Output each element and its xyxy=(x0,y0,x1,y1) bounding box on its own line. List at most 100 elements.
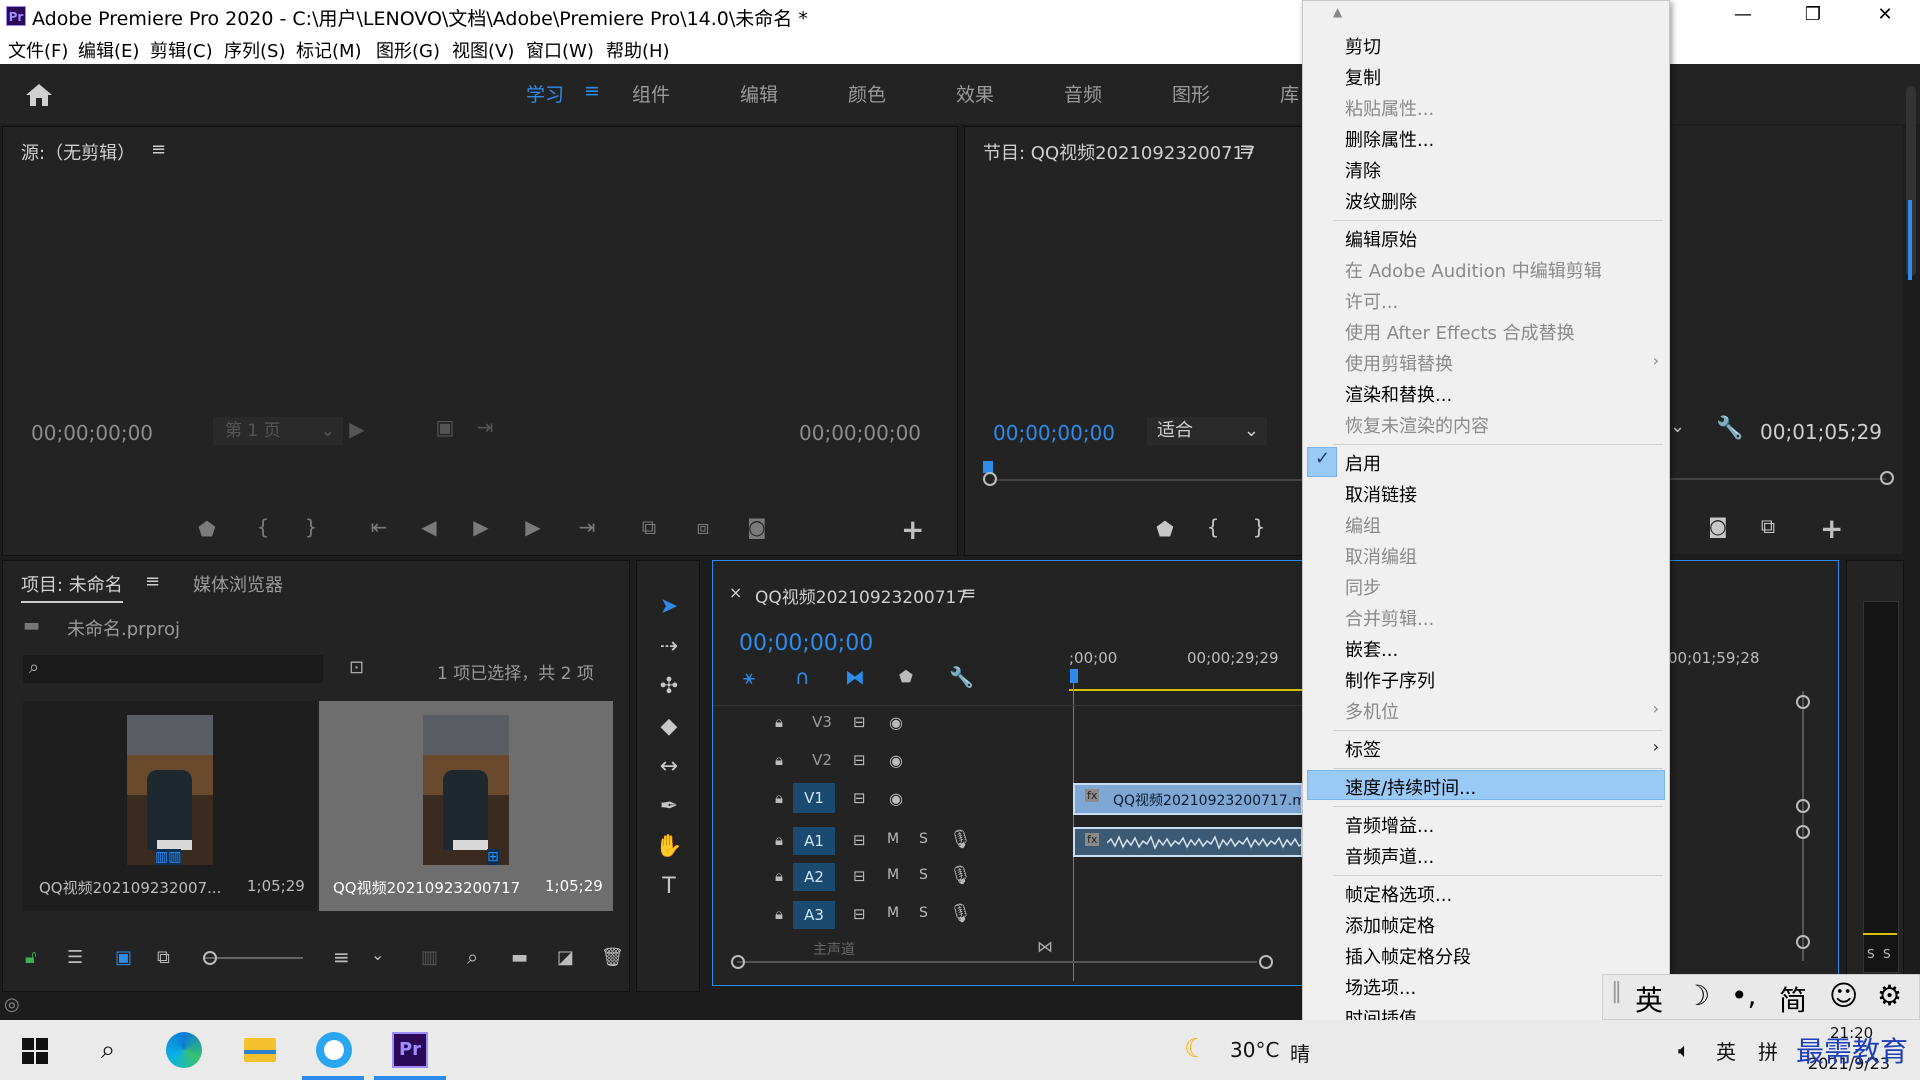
add-marker-icon[interactable]: ⬟ xyxy=(1151,517,1179,541)
work-area-bar[interactable] xyxy=(1069,689,1303,691)
solo-button[interactable]: S xyxy=(919,905,928,921)
timeline-zoom-handle-right[interactable] xyxy=(1259,955,1273,969)
menu-item-ripple-delete[interactable]: 波纹删除 xyxy=(1345,188,1417,214)
wrench-icon[interactable]: 🔧 xyxy=(1716,416,1743,441)
home-icon[interactable] xyxy=(24,82,54,108)
menu-item-remove-attributes[interactable]: 删除属性... xyxy=(1345,126,1434,152)
timeline-timecode[interactable]: 00;00;00;00 xyxy=(739,631,873,656)
program-scrub-bar[interactable] xyxy=(993,479,1313,481)
edge-browser-icon[interactable] xyxy=(162,1028,206,1072)
meter-solo-right[interactable]: S xyxy=(1883,947,1891,961)
menu-sequence[interactable]: 序列(S) xyxy=(224,37,285,63)
ime-emoji-icon[interactable]: ☺ xyxy=(1829,979,1858,1012)
zoom-handle-left[interactable] xyxy=(983,472,997,486)
eye-icon[interactable]: ◉ xyxy=(889,789,903,808)
menu-item-label[interactable]: 标签 xyxy=(1345,736,1381,762)
menu-item-audio-gain[interactable]: 音频增益... xyxy=(1345,812,1434,838)
mute-button[interactable]: M xyxy=(887,831,899,847)
menu-help[interactable]: 帮助(H) xyxy=(606,37,670,63)
ime-settings-gear-icon[interactable]: ⚙ xyxy=(1877,979,1902,1012)
timeline-playhead[interactable] xyxy=(1070,669,1078,683)
sync-lock-icon[interactable]: ⊟ xyxy=(853,831,866,849)
new-bin-icon[interactable]: ▬ xyxy=(511,947,528,968)
eye-icon[interactable]: ◉ xyxy=(889,751,903,770)
ime-moon-icon[interactable]: ☽ xyxy=(1685,979,1710,1012)
compare-icon[interactable]: ⧉ xyxy=(1754,514,1782,538)
chevron-down-icon[interactable]: ⌄ xyxy=(371,945,384,964)
project-menu-icon[interactable]: ≡ xyxy=(145,571,160,592)
program-scrub-bar-right[interactable] xyxy=(1668,478,1886,480)
menu-item-render-and-replace[interactable]: 渲染和替换... xyxy=(1345,381,1452,407)
mark-in-icon[interactable]: { xyxy=(249,515,277,539)
add-button-icon[interactable]: + xyxy=(1820,512,1843,545)
track-label[interactable]: V2 xyxy=(807,751,837,769)
sync-lock-icon[interactable]: ⊟ xyxy=(853,867,866,885)
timeline-close-icon[interactable]: × xyxy=(729,583,742,602)
mark-in-icon[interactable]: { xyxy=(1199,515,1227,539)
menu-clip[interactable]: 剪辑(C) xyxy=(150,37,213,63)
lock-icon[interactable]: 🔒︎ xyxy=(775,713,783,731)
lock-icon[interactable]: 🔒︎ xyxy=(775,905,783,923)
project-item-1[interactable]: ▥▥ QQ视频202109232007... 1;05;29 xyxy=(23,701,317,911)
sync-lock-icon[interactable]: ⊟ xyxy=(853,905,866,923)
vertical-zoom-handle[interactable] xyxy=(1796,935,1810,949)
mark-out-icon[interactable]: } xyxy=(297,515,325,539)
step-icon[interactable]: ⇥ xyxy=(471,415,499,439)
weather-temp[interactable]: 30°C xyxy=(1230,1038,1279,1062)
timeline-zoom-handle-left[interactable] xyxy=(731,955,745,969)
zoom-handle-right[interactable] xyxy=(1880,471,1894,485)
ime-drag-handle[interactable]: ‖ xyxy=(1611,979,1622,1004)
add-marker-icon[interactable]: ⬟ xyxy=(899,667,913,686)
menu-marker[interactable]: 标记(M) xyxy=(296,37,362,63)
pen-tool-icon[interactable]: ✒ xyxy=(652,790,686,824)
lock-icon[interactable]: 🔒︎ xyxy=(775,789,783,807)
sort-icon[interactable]: ≡ xyxy=(333,945,350,969)
project-item-2[interactable]: ⊞ QQ视频20210923200717 1;05;29 xyxy=(319,701,613,911)
vertical-zoom-handle[interactable] xyxy=(1796,799,1810,813)
microphone-icon[interactable]: 🎙︎ xyxy=(949,829,972,850)
nest-toggle-icon[interactable]: ⚹ xyxy=(743,665,755,689)
mark-out-icon[interactable]: } xyxy=(1245,515,1273,539)
menu-item-speed-duration[interactable]: 速度/持续时间... xyxy=(1345,774,1476,800)
menu-item-nest[interactable]: 嵌套... xyxy=(1345,636,1398,662)
zoom-slider[interactable] xyxy=(205,957,303,959)
restore-button[interactable]: ❐ xyxy=(1790,4,1836,28)
microphone-icon[interactable]: 🎙︎ xyxy=(949,903,972,924)
menu-scroll-up-icon[interactable]: ▲ xyxy=(1333,5,1342,19)
menu-item-unlink[interactable]: 取消链接 xyxy=(1345,481,1417,507)
vertical-zoom-handle[interactable] xyxy=(1796,695,1810,709)
lock-icon[interactable]: 🔓︎ xyxy=(25,947,37,968)
new-item-icon[interactable]: ◪ xyxy=(557,947,574,968)
lock-icon[interactable]: 🔒︎ xyxy=(775,867,783,885)
mute-button[interactable]: M xyxy=(887,867,899,883)
input-lang-indicator[interactable]: 英 xyxy=(1716,1036,1736,1065)
solo-button[interactable]: S xyxy=(919,867,928,883)
camera-icon[interactable]: ◙ xyxy=(1704,514,1732,538)
menu-item-clear[interactable]: 清除 xyxy=(1345,157,1381,183)
workspace-tab-color[interactable]: 颜色 xyxy=(848,80,886,107)
track-label[interactable]: V3 xyxy=(807,713,837,731)
menu-item-add-frame-hold[interactable]: 添加帧定格 xyxy=(1345,912,1435,938)
type-tool-icon[interactable]: T xyxy=(652,870,686,904)
program-panel-menu-icon[interactable]: ≡ xyxy=(1239,139,1254,160)
workspace-tab-assembly[interactable]: 组件 xyxy=(632,80,670,107)
menu-graphics[interactable]: 图形(G) xyxy=(376,37,440,63)
new-bin-search-icon[interactable]: ⊡ xyxy=(349,657,364,678)
linked-selection-icon[interactable]: ⧓ xyxy=(845,665,865,689)
go-to-in-icon[interactable]: ⇤ xyxy=(365,515,393,539)
source-panel-menu-icon[interactable]: ≡ xyxy=(151,139,166,160)
menu-item-copy[interactable]: 复制 xyxy=(1345,64,1381,90)
step-back-icon[interactable]: ◀ xyxy=(415,515,443,539)
timeline-zoom-bar[interactable] xyxy=(737,961,1257,963)
razor-tool-icon[interactable]: ◆ xyxy=(652,710,686,744)
menu-item-cut[interactable]: 剪切 xyxy=(1345,33,1381,59)
export-frame-small-icon[interactable]: ▣ xyxy=(431,415,459,439)
menu-item-frame-hold-options[interactable]: 帧定格选项... xyxy=(1345,881,1452,907)
ripple-edit-tool-icon[interactable]: ✣ xyxy=(652,670,686,704)
windows-start-icon[interactable] xyxy=(22,1038,48,1064)
automate-icon[interactable]: ▥ xyxy=(421,947,438,968)
chevron-down-icon[interactable]: ⌄ xyxy=(1670,416,1685,437)
workspace-menu-icon[interactable]: ≡ xyxy=(584,80,600,102)
step-forward-icon[interactable]: ▶ xyxy=(519,515,547,539)
sync-lock-icon[interactable]: ⊟ xyxy=(853,789,866,807)
